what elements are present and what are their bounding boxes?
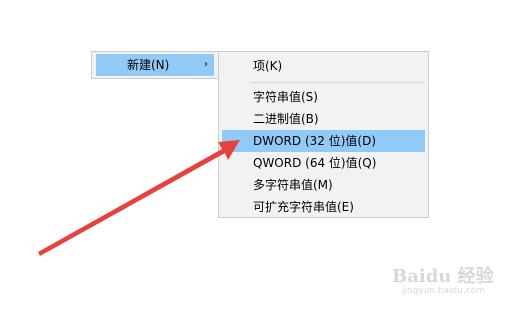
submenu-item-label: 二进制值(B) [253, 112, 319, 126]
arrow-icon [38, 140, 240, 256]
watermark-text: Baidu 经验 [392, 266, 494, 287]
screenshot-stage: 新建(N) › 项(K) 字符串值(S) 二进制值(B) DWORD (32 位… [0, 0, 512, 312]
submenu-item-multi-string-value[interactable]: 多字符串值(M) [222, 174, 425, 196]
submenu-item-label: 多字符串值(M) [253, 178, 333, 192]
submenu-item-string-value[interactable]: 字符串值(S) [222, 86, 425, 108]
new-submenu: 项(K) 字符串值(S) 二进制值(B) DWORD (32 位)值(D) QW… [218, 51, 429, 218]
context-menu: 新建(N) › [91, 51, 219, 79]
submenu-item-label: DWORD (32 位)值(D) [253, 134, 376, 148]
menu-item-new[interactable]: 新建(N) › [96, 54, 214, 76]
submenu-item-binary-value[interactable]: 二进制值(B) [222, 108, 425, 130]
submenu-item-label: 字符串值(S) [253, 90, 318, 104]
menu-separator [250, 82, 425, 83]
baidu-watermark: Baidu 经验 jingyan.baidu.com [392, 262, 502, 302]
watermark-subtext: jingyan.baidu.com [402, 286, 486, 296]
submenu-item-label: QWORD (64 位)值(Q) [253, 156, 377, 170]
submenu-item-label: 可扩充字符串值(E) [253, 200, 354, 214]
chevron-right-icon: › [204, 59, 208, 70]
submenu-item-expandable-string-value[interactable]: 可扩充字符串值(E) [222, 196, 425, 218]
submenu-item-qword-value[interactable]: QWORD (64 位)值(Q) [222, 152, 425, 174]
submenu-item-label: 项(K) [253, 59, 283, 73]
submenu-item-dword-value[interactable]: DWORD (32 位)值(D) [222, 130, 425, 152]
submenu-item-key[interactable]: 项(K) [222, 55, 425, 77]
menu-item-new-label: 新建(N) [127, 58, 170, 72]
